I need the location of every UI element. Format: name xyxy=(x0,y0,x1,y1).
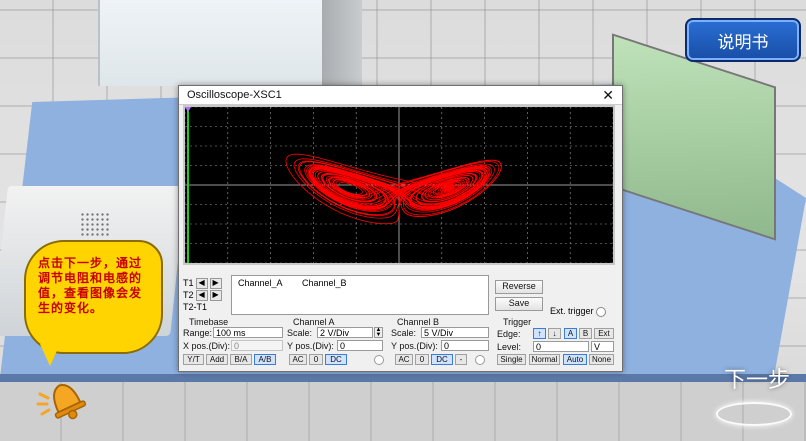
t2-label: T2 xyxy=(183,290,194,300)
channel-a-scale-label: Scale: xyxy=(287,328,313,338)
trigger-normal-button[interactable]: Normal xyxy=(529,354,560,365)
scope-screen-frame xyxy=(183,105,615,265)
next-step-button[interactable]: 下一步 xyxy=(724,362,790,394)
channel-a-toggle-radio[interactable] xyxy=(374,355,384,365)
t1-right-arrow-icon[interactable]: ▶ xyxy=(209,277,222,289)
channel-a-ac-button[interactable]: AC xyxy=(289,354,307,365)
channel-b-dc-button[interactable]: DC xyxy=(431,354,453,365)
trigger-auto-button[interactable]: Auto xyxy=(563,354,587,365)
scope-screen xyxy=(184,106,614,264)
oscilloscope-titlebar[interactable]: Oscilloscope-XSC1 ✕ xyxy=(179,86,622,105)
channel-a-dc-button[interactable]: DC xyxy=(325,354,347,365)
mode-ab-button[interactable]: A/B xyxy=(254,354,276,365)
cursor-t1-marker xyxy=(185,107,191,112)
trigger-rising-edge-button[interactable]: ↑ xyxy=(533,328,546,339)
timebase-xpos-label: X pos.(Div): xyxy=(183,341,231,351)
lab-wall xyxy=(98,0,330,86)
timebase-scale-field[interactable]: 100 ms xyxy=(213,327,283,338)
trigger-level-label: Level: xyxy=(497,342,522,352)
oscilloscope-title: Oscilloscope-XSC1 xyxy=(187,89,282,101)
channel-a-scale-spinner-icon[interactable]: ▲ ▼ xyxy=(374,327,383,338)
oscilloscope-window: Oscilloscope-XSC1 ✕ T1 ◀ ▶ T2 ◀ ▶ T2-T1 … xyxy=(178,85,623,372)
trigger-falling-edge-button[interactable]: ↓ xyxy=(548,328,561,339)
t1-label: T1 xyxy=(183,278,194,288)
trigger-source-ext-button[interactable]: Ext xyxy=(594,328,614,339)
timebase-title: Timebase xyxy=(189,317,229,327)
channel-b-scale-field[interactable]: 5 V/Div xyxy=(421,327,489,338)
trigger-title: Trigger xyxy=(503,317,532,327)
trigger-edge-label: Edge: xyxy=(497,329,521,339)
bell-icon[interactable] xyxy=(34,368,98,432)
channel-b-ypos-label: Y pos.(Div): xyxy=(391,341,438,351)
channel-b-header: Channel_B xyxy=(302,278,347,288)
channel-a-ypos-label: Y pos.(Div): xyxy=(287,341,334,351)
hint-bubble-tail xyxy=(40,344,60,366)
trigger-level-unit: V xyxy=(591,341,614,352)
t2-right-arrow-icon[interactable]: ▶ xyxy=(209,289,222,301)
close-icon[interactable]: ✕ xyxy=(602,87,614,104)
channel-a-header: Channel_A xyxy=(238,278,283,288)
channel-a-ypos-field[interactable]: 0 xyxy=(337,340,383,351)
channel-a-zero-button[interactable]: 0 xyxy=(309,354,323,365)
t1-left-arrow-icon[interactable]: ◀ xyxy=(195,277,208,289)
save-button[interactable]: Save xyxy=(495,297,543,311)
cursor-readout-table: Channel_A Channel_B xyxy=(231,275,489,315)
channel-b-ypos-field[interactable]: 0 xyxy=(441,340,489,351)
ext-trigger[interactable]: Ext. trigger xyxy=(550,306,606,317)
scope-display xyxy=(184,106,614,264)
trigger-level-field[interactable]: 0 xyxy=(533,341,589,352)
next-step-glow-disc[interactable] xyxy=(716,402,792,426)
trigger-none-button[interactable]: None xyxy=(589,354,614,365)
trigger-source-a-button[interactable]: A xyxy=(564,328,577,339)
channel-b-title: Channel B xyxy=(397,317,440,327)
timebase-xpos-field[interactable]: 0 xyxy=(231,340,283,351)
channel-b-zero-button[interactable]: 0 xyxy=(415,354,429,365)
hint-text: 点击下一步，通过调节电阻和电感的值，查看图像会发生的变化。 xyxy=(38,256,143,315)
cursor-controls: T1 ◀ ▶ T2 ◀ ▶ T2-T1 xyxy=(183,277,229,315)
ext-trigger-label: Ext. trigger xyxy=(550,306,594,316)
lab-floor xyxy=(0,382,806,441)
t2-left-arrow-icon[interactable]: ◀ xyxy=(195,289,208,301)
trigger-single-button[interactable]: Single xyxy=(497,354,526,365)
timebase-scale-label: Range: xyxy=(183,328,213,338)
channel-b-invert-button[interactable]: - xyxy=(455,354,467,365)
channel-b-scale-label: Scale: xyxy=(391,328,417,338)
mode-add-button[interactable]: Add xyxy=(206,354,228,365)
lab-table-edge xyxy=(0,374,806,382)
mode-yt-button[interactable]: Y/T xyxy=(183,354,204,365)
lab-pillar xyxy=(322,0,362,86)
t2-t1-label: T2-T1 xyxy=(183,302,208,312)
channel-b-ac-button[interactable]: AC xyxy=(395,354,413,365)
device-speaker-grill xyxy=(80,212,110,236)
manual-button[interactable]: 说明书 xyxy=(685,18,801,62)
channel-a-title: Channel A xyxy=(293,317,335,327)
reverse-button[interactable]: Reverse xyxy=(495,280,543,294)
trigger-source-b-button[interactable]: B xyxy=(579,328,592,339)
channel-a-scale-field[interactable]: 2 V/Div xyxy=(317,327,373,338)
channel-b-toggle-radio[interactable] xyxy=(475,355,485,365)
mode-ba-button[interactable]: B/A xyxy=(230,354,252,365)
ext-trigger-radio[interactable] xyxy=(595,306,606,317)
lissajous-trace xyxy=(285,153,502,225)
